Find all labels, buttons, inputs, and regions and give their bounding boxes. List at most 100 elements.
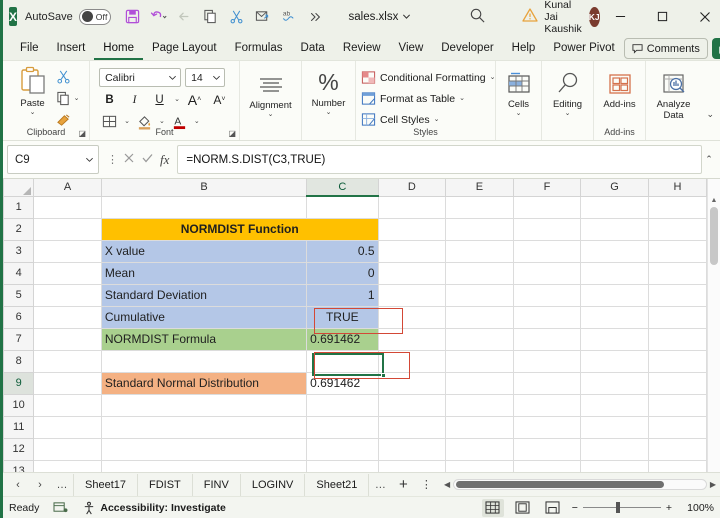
cell-F8[interactable] — [513, 350, 581, 372]
row-header-4[interactable]: 4 — [4, 262, 34, 284]
cell-G1[interactable] — [581, 196, 649, 218]
search-icon[interactable] — [469, 7, 486, 27]
cancel-icon[interactable] — [123, 152, 135, 167]
cell-H4[interactable] — [648, 262, 706, 284]
expand-formula-bar-button[interactable]: ⌃ — [702, 145, 716, 174]
horizontal-scroll-thumb[interactable] — [456, 481, 664, 488]
font-name-select[interactable]: Calibri — [99, 68, 181, 87]
row-header-7[interactable]: 7 — [4, 328, 34, 350]
cell-A8[interactable] — [34, 350, 102, 372]
cell-D11[interactable] — [378, 416, 446, 438]
cell-E11[interactable] — [446, 416, 514, 438]
chevron-down-icon[interactable]: ⌄ — [124, 118, 130, 125]
maximize-button[interactable] — [642, 0, 684, 33]
sheet-tab-fdist[interactable]: FDIST — [138, 474, 193, 496]
paste-button[interactable]: Paste ⌄ — [13, 66, 53, 116]
number-format-button[interactable]: % Number ⌄ — [304, 64, 354, 116]
minimize-button[interactable] — [600, 0, 642, 33]
sheet-tab-sheet17[interactable]: Sheet17 — [73, 474, 138, 496]
ribbon-tab-file[interactable]: File — [11, 36, 48, 60]
spelling-icon[interactable]: ab — [277, 5, 301, 29]
chevron-down-icon[interactable]: ⌄ — [268, 111, 274, 118]
cell-F11[interactable] — [513, 416, 581, 438]
ribbon-tab-developer[interactable]: Developer — [432, 36, 502, 60]
sheet-tab-loginv[interactable]: LOGINV — [241, 474, 306, 496]
row-header-12[interactable]: 12 — [4, 438, 34, 460]
cell-E6[interactable] — [446, 306, 514, 328]
column-header-f[interactable]: F — [513, 179, 581, 196]
cell-F7[interactable] — [513, 328, 581, 350]
cell-B8[interactable] — [101, 350, 306, 372]
zoom-track[interactable] — [583, 507, 661, 508]
scroll-up-icon[interactable]: ▲ — [711, 197, 718, 204]
font-size-select[interactable]: 14 — [185, 68, 225, 87]
column-header-e[interactable]: E — [446, 179, 514, 196]
chevron-down-icon[interactable]: ⌄ — [174, 96, 180, 103]
view-page-layout-button[interactable] — [512, 499, 534, 517]
horizontal-scroll-track[interactable] — [453, 479, 707, 490]
chevron-down-icon[interactable]: ⌄ — [326, 109, 332, 116]
cell-G9[interactable] — [581, 372, 649, 394]
cell-E1[interactable] — [446, 196, 514, 218]
cell-C9[interactable]: 0.691462 — [307, 372, 378, 394]
cell-C10[interactable] — [307, 394, 378, 416]
cell-A7[interactable] — [34, 328, 102, 350]
ribbon-tab-data[interactable]: Data — [292, 36, 334, 60]
cell-B12[interactable] — [101, 438, 306, 460]
sheet-tab-finv[interactable]: FINV — [193, 474, 241, 496]
scroll-right-icon[interactable]: ▶ — [710, 480, 716, 489]
conditional-formatting-button[interactable]: Conditional Formatting ⌄ — [361, 68, 496, 87]
cell-F9[interactable] — [513, 372, 581, 394]
cell-E3[interactable] — [446, 240, 514, 262]
underline-button[interactable]: U — [149, 90, 170, 109]
name-box[interactable]: C9 — [7, 145, 99, 174]
cell-D2[interactable] — [378, 218, 446, 240]
cell-B11[interactable] — [101, 416, 306, 438]
ribbon-tab-home[interactable]: Home — [94, 36, 143, 60]
cell-E8[interactable] — [446, 350, 514, 372]
cell-D9[interactable] — [378, 372, 446, 394]
vertical-scrollbar[interactable]: ▲ — [707, 179, 720, 472]
cell-B1[interactable] — [101, 196, 306, 218]
ribbon-tab-view[interactable]: View — [390, 36, 433, 60]
insert-function-icon[interactable]: fx — [160, 152, 169, 168]
chevron-down-icon[interactable]: ⌄ — [194, 118, 200, 125]
cell-H13[interactable] — [648, 460, 706, 472]
cut-button[interactable] — [56, 66, 80, 86]
row-header-10[interactable]: 10 — [4, 394, 34, 416]
cell-C3[interactable]: 0.5 — [307, 240, 378, 262]
filename-label[interactable]: sales.xlsx — [349, 11, 412, 23]
cell-A11[interactable] — [34, 416, 102, 438]
cell-D6[interactable] — [378, 306, 446, 328]
cell-F4[interactable] — [513, 262, 581, 284]
cell-G6[interactable] — [581, 306, 649, 328]
ribbon-tab-review[interactable]: Review — [334, 36, 390, 60]
cell-B9[interactable]: Standard Normal Distribution — [101, 372, 306, 394]
cell-F10[interactable] — [513, 394, 581, 416]
ribbon-tab-help[interactable]: Help — [503, 36, 545, 60]
redo-icon[interactable] — [173, 5, 197, 29]
sheet-tab-sheet21[interactable]: Sheet21 — [305, 474, 369, 496]
cell-B5[interactable]: Standard Deviation — [101, 284, 306, 306]
format-as-table-button[interactable]: Format as Table ⌄ — [361, 89, 465, 108]
cell-F13[interactable] — [513, 460, 581, 472]
sheet-tab-menu[interactable]: ⋮ — [415, 478, 437, 491]
cell-F1[interactable] — [513, 196, 581, 218]
zoom-in-button[interactable]: + — [666, 502, 672, 514]
chevron-down-icon[interactable]: ⌄ — [516, 110, 522, 117]
zoom-knob[interactable] — [616, 502, 620, 513]
cell-B4[interactable]: Mean — [101, 262, 306, 284]
cell-A12[interactable] — [34, 438, 102, 460]
cell-G12[interactable] — [581, 438, 649, 460]
column-header-b[interactable]: B — [101, 179, 306, 196]
avatar[interactable]: KJ — [589, 7, 600, 27]
sheet-nav-more[interactable]: … — [51, 479, 73, 491]
close-button[interactable] — [684, 0, 720, 33]
cell-G7[interactable] — [581, 328, 649, 350]
cell-H1[interactable] — [648, 196, 706, 218]
cell-C8[interactable] — [307, 350, 378, 372]
autosave-toggle[interactable]: Off — [79, 9, 111, 25]
cell-E2[interactable] — [446, 218, 514, 240]
comments-button[interactable]: Comments — [624, 38, 708, 59]
ribbon-tab-page-layout[interactable]: Page Layout — [143, 36, 226, 60]
